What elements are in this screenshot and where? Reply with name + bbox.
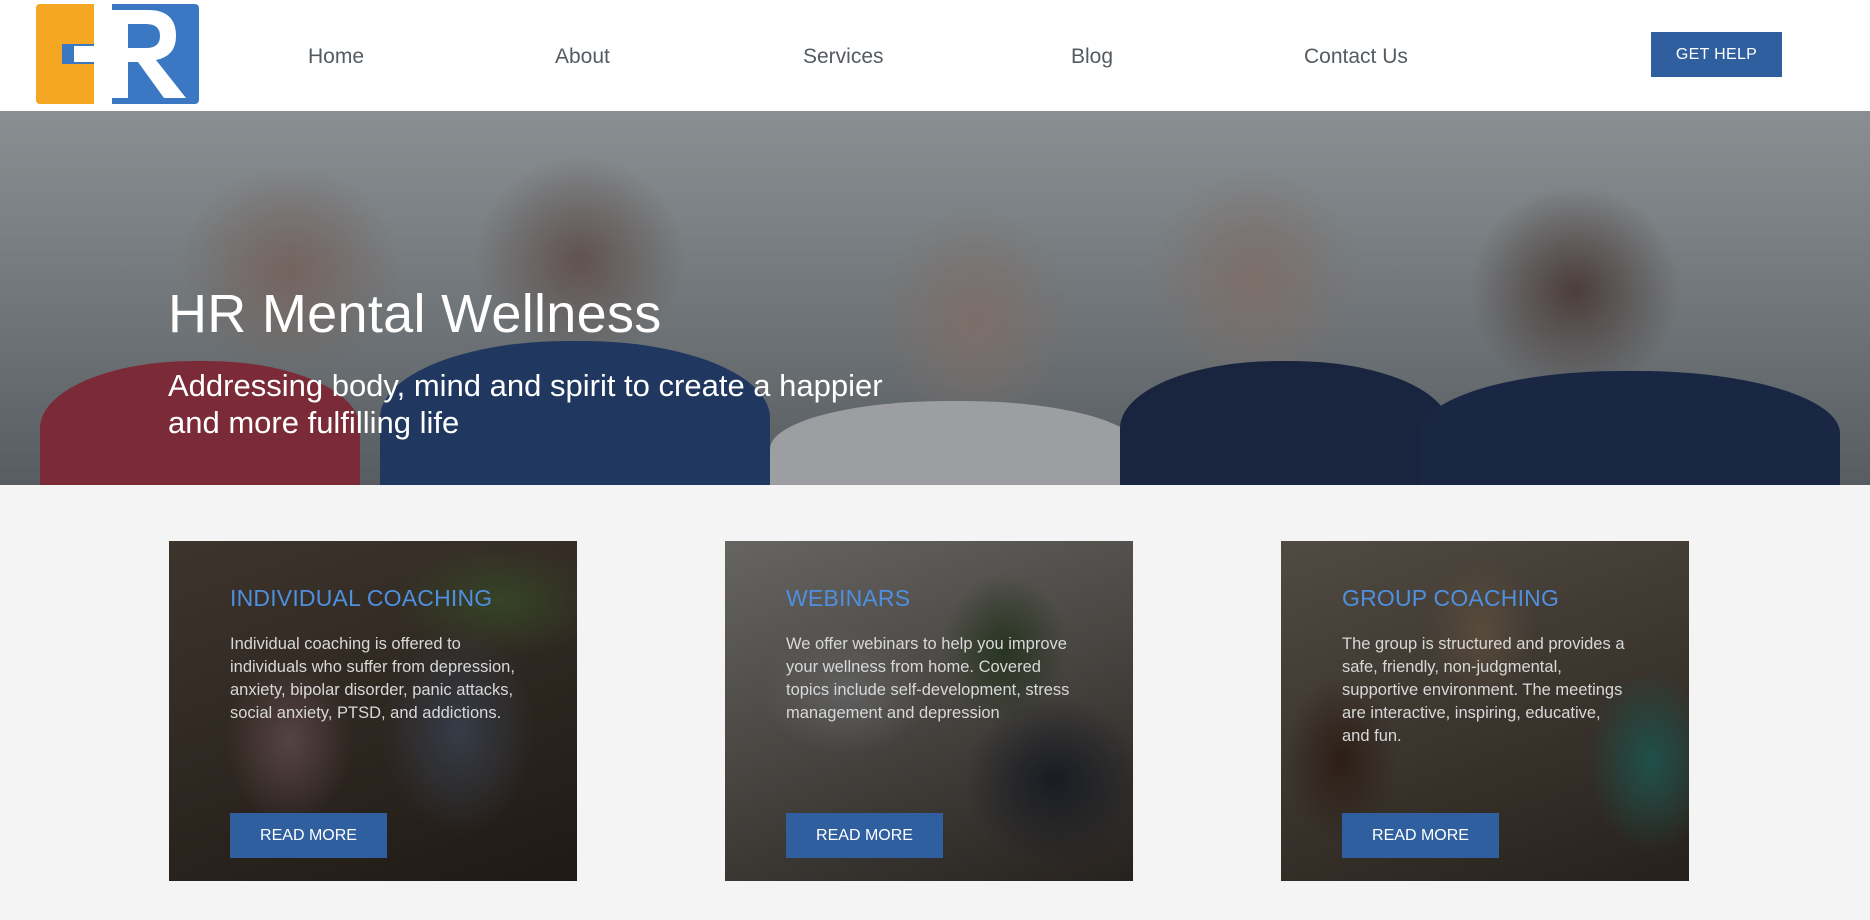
nav-home[interactable]: Home <box>308 42 364 72</box>
nav-about[interactable]: About <box>555 42 610 72</box>
card-title: INDIVIDUAL COACHING <box>230 585 493 611</box>
hr-logo[interactable] <box>36 4 199 104</box>
card-description: Individual coaching is offered to indivi… <box>230 635 515 722</box>
card-group-coaching: GROUP COACHING The group is structured a… <box>1281 541 1689 881</box>
card-description: We offer webinars to help you improve yo… <box>786 635 1070 722</box>
card-webinars: WEBINARS We offer webinars to help you i… <box>725 541 1133 881</box>
hero-subtitle: Addressing body, mind and spirit to crea… <box>168 368 883 440</box>
site-header: Home About Services Blog Contact Us GET … <box>0 0 1870 111</box>
card-title: WEBINARS <box>786 585 911 611</box>
read-more-button[interactable]: READ MORE <box>1342 813 1499 858</box>
nav-services[interactable]: Services <box>803 42 884 72</box>
card-title: GROUP COACHING <box>1342 585 1560 611</box>
hero-banner: HR Mental Wellness Addressing body, mind… <box>0 111 1870 485</box>
nav-contact-us[interactable]: Contact Us <box>1304 42 1408 72</box>
hero-title: HR Mental Wellness <box>168 284 662 344</box>
get-help-button[interactable]: GET HELP <box>1651 32 1782 77</box>
card-individual-coaching: INDIVIDUAL COACHING Individual coaching … <box>169 541 577 881</box>
nav-blog[interactable]: Blog <box>1071 42 1113 72</box>
read-more-button[interactable]: READ MORE <box>230 813 387 858</box>
hr-logo-icon <box>36 4 199 104</box>
card-description: The group is structured and provides a s… <box>1342 635 1625 745</box>
read-more-button[interactable]: READ MORE <box>786 813 943 858</box>
